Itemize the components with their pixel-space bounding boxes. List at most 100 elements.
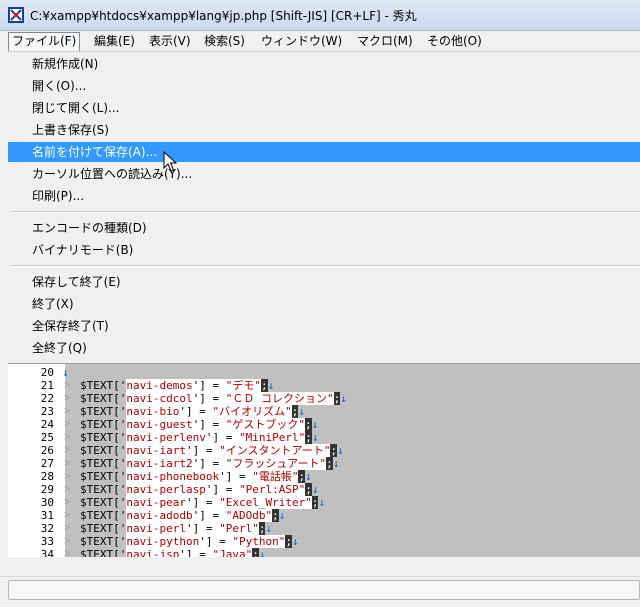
code-text: $TEXT['navi-jsp'] = "Java";↓ bbox=[80, 548, 265, 557]
tab-marker: ˃ bbox=[64, 380, 71, 391]
menu-item-close-and-open[interactable]: 閉じて開く(L)... bbox=[8, 98, 640, 118]
code-line[interactable]: 34 ˃ $TEXT['navi-jsp'] = "Java";↓ bbox=[8, 548, 640, 557]
code-string: "バイオリズム" bbox=[212, 405, 292, 418]
code-variable: $TEXT[' bbox=[80, 522, 127, 535]
return-mark-icon: ↓ bbox=[311, 418, 319, 431]
code-string: "Java" bbox=[212, 548, 253, 557]
menu-view[interactable]: 表示(V) bbox=[146, 32, 194, 50]
code-string: "ＣＤ コレクション" bbox=[225, 392, 334, 405]
code-variable: $TEXT[' bbox=[80, 431, 127, 444]
hidemaru-app-icon[interactable] bbox=[8, 7, 24, 23]
code-line[interactable]: 20 ↓ bbox=[8, 366, 640, 379]
menu-search[interactable]: 検索(S) bbox=[201, 32, 248, 50]
line-number: 27 bbox=[40, 457, 54, 470]
tab-marker: ˃ bbox=[64, 549, 71, 557]
code-key: navi-demos bbox=[126, 379, 193, 392]
menu-macro[interactable]: マクロ(M) bbox=[354, 32, 416, 50]
line-number: 21 bbox=[40, 379, 54, 392]
code-string: "Perl:ASP" bbox=[238, 483, 306, 496]
code-key: navi-iart2 bbox=[126, 457, 193, 470]
code-variable: $TEXT[' bbox=[80, 444, 127, 457]
code-line[interactable]: 22 ˃ $TEXT['navi-cdcol'] = "ＣＤ コレクション";↓ bbox=[8, 392, 640, 405]
code-assign: '] = bbox=[219, 470, 253, 483]
code-assign: '] = bbox=[205, 483, 239, 496]
menu-item-encoding[interactable]: エンコードの種類(D) bbox=[8, 218, 640, 238]
menu-item-print[interactable]: 印刷(P)... bbox=[8, 186, 640, 206]
menu-item-binary-mode[interactable]: バイナリモード(B) bbox=[8, 240, 640, 260]
code-assign: '] = bbox=[179, 405, 213, 418]
tab-marker: ˃ bbox=[64, 497, 71, 508]
line-number: 26 bbox=[40, 444, 54, 457]
code-assign: '] = bbox=[192, 418, 226, 431]
menu-other[interactable]: その他(O) bbox=[424, 32, 485, 50]
code-text: $TEXT['navi-perlenv'] = "MiniPerl";↓ bbox=[80, 431, 318, 444]
menu-item-save-all-exit[interactable]: 全保存終了(T) bbox=[8, 316, 640, 336]
code-text: $TEXT['navi-iart'] = "インスタントアート";↓ bbox=[80, 444, 344, 457]
tab-marker: ˃ bbox=[64, 406, 71, 417]
code-text: $TEXT['navi-demos'] = "デモ";↓ bbox=[80, 379, 274, 392]
menu-item-save-as[interactable]: 名前を付けて保存(A)... bbox=[8, 142, 640, 162]
code-line[interactable]: 30 ˃ $TEXT['navi-pear'] = "Excel_Writer";↓ bbox=[8, 496, 640, 509]
menu-item-insert-file[interactable]: カーソル位置への読込み(Y)... bbox=[8, 164, 640, 184]
code-text: $TEXT['navi-adodb'] = "ADOdb";↓ bbox=[80, 509, 285, 522]
code-line[interactable]: 23 ˃ $TEXT['navi-bio'] = "バイオリズム";↓ bbox=[8, 405, 640, 418]
code-text: $TEXT['navi-python'] = "Python";↓ bbox=[80, 535, 299, 548]
return-mark-icon: ↓ bbox=[337, 444, 344, 457]
menu-edit[interactable]: 編集(E) bbox=[91, 32, 138, 50]
code-text: $TEXT['navi-iart2'] = "フラッシュアート";↓ bbox=[80, 457, 339, 470]
code-string: "インスタントアート" bbox=[219, 444, 331, 457]
line-number: 22 bbox=[40, 392, 54, 405]
code-line[interactable]: 26 ˃ $TEXT['navi-iart'] = "インスタントアート";↓ bbox=[8, 444, 640, 457]
file-menu-dropdown: 新規作成(N) 開く(O)... 閉じて開く(L)... 上書き保存(S) 名前… bbox=[8, 51, 640, 362]
tab-marker: ˃ bbox=[64, 536, 71, 547]
code-key: navi-perl bbox=[126, 522, 186, 535]
code-text: $TEXT['navi-guest'] = "ゲストブック";↓ bbox=[80, 418, 318, 431]
return-mark-icon: ↓ bbox=[318, 496, 326, 509]
tab-marker: ˃ bbox=[64, 419, 71, 430]
menu-separator bbox=[12, 265, 640, 267]
code-line[interactable]: 28 ˃ $TEXT['navi-phonebook'] = "電話帳";↓ bbox=[8, 470, 640, 483]
code-variable: $TEXT[' bbox=[80, 509, 127, 522]
code-key: navi-perlasp bbox=[126, 483, 206, 496]
code-semicolon: ; bbox=[326, 457, 333, 470]
code-variable: $TEXT[' bbox=[80, 392, 127, 405]
code-variable: $TEXT[' bbox=[80, 496, 127, 509]
code-string: "ゲストブック" bbox=[225, 418, 305, 431]
code-semicolon: ; bbox=[272, 509, 279, 522]
return-mark-icon: ↓ bbox=[311, 483, 319, 496]
menu-file[interactable]: ファイル(F) bbox=[8, 32, 81, 52]
line-number: 28 bbox=[40, 470, 54, 483]
line-number: 30 bbox=[40, 496, 54, 509]
menu-item-save[interactable]: 上書き保存(S) bbox=[8, 120, 640, 140]
menu-window[interactable]: ウィンドウ(W) bbox=[258, 32, 345, 50]
menu-item-open[interactable]: 開く(O)... bbox=[8, 76, 640, 96]
editor-area[interactable]: 20 ↓ 21 ˃ $TEXT['navi-demos'] = "デモ";↓ 22 ˃ $TE… bbox=[8, 363, 640, 557]
code-line[interactable]: 31 ˃ $TEXT['navi-adodb'] = "ADOdb";↓ bbox=[8, 509, 640, 522]
code-line[interactable]: 33 ˃ $TEXT['navi-python'] = "Python";↓ bbox=[8, 535, 640, 548]
tab-marker: ˃ bbox=[64, 458, 71, 469]
code-text: $TEXT['navi-perl'] = "Perl";↓ bbox=[80, 522, 272, 535]
code-variable: $TEXT[' bbox=[80, 379, 127, 392]
code-key: navi-phonebook bbox=[126, 470, 220, 483]
title-bar: C:¥xampp¥htdocs¥xampp¥lang¥jp.php [Shift… bbox=[0, 0, 640, 31]
code-key: navi-pear bbox=[126, 496, 186, 509]
code-assign: '] = bbox=[179, 548, 213, 557]
menu-item-exit[interactable]: 終了(X) bbox=[8, 294, 640, 314]
code-line[interactable]: 25 ˃ $TEXT['navi-perlenv'] = "MiniPerl";↓ bbox=[8, 431, 640, 444]
code-line[interactable]: 24 ˃ $TEXT['navi-guest'] = "ゲストブック";↓ bbox=[8, 418, 640, 431]
code-line[interactable]: 29 ˃ $TEXT['navi-perlasp'] = "Perl:ASP";↓ bbox=[8, 483, 640, 496]
code-semicolon: ; bbox=[305, 483, 312, 496]
menu-item-new[interactable]: 新規作成(N) bbox=[8, 54, 640, 74]
menu-separator bbox=[12, 211, 640, 213]
code-line[interactable]: 21 ˃ $TEXT['navi-demos'] = "デモ";↓ bbox=[8, 379, 640, 392]
code-assign: '] = bbox=[185, 444, 220, 457]
menu-item-save-and-exit[interactable]: 保存して終了(E) bbox=[8, 272, 640, 292]
code-variable: $TEXT[' bbox=[80, 418, 127, 431]
menu-item-exit-all[interactable]: 全終了(Q) bbox=[8, 338, 640, 358]
return-mark-icon: ↓ bbox=[340, 392, 347, 405]
return-mark-icon: ↓ bbox=[291, 535, 299, 548]
line-number: 34 bbox=[40, 548, 54, 557]
code-line[interactable]: 32 ˃ $TEXT['navi-perl'] = "Perl";↓ bbox=[8, 522, 640, 535]
code-line[interactable]: 27 ˃ $TEXT['navi-iart2'] = "フラッシュアート";↓ bbox=[8, 457, 640, 470]
code-semicolon: ; bbox=[252, 548, 259, 557]
